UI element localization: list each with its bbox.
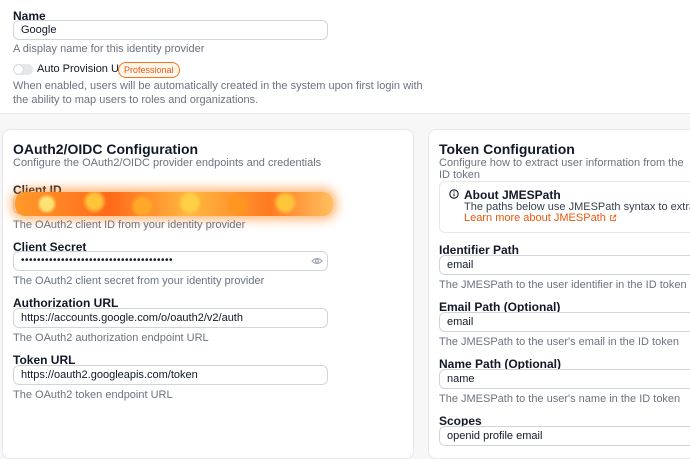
name-help: A display name for this identity provide… bbox=[13, 43, 205, 55]
oauth-title: OAuth2/OIDC Configuration bbox=[13, 141, 199, 157]
email-path-help: The JMESPath to the user's email in the … bbox=[439, 336, 679, 348]
professional-badge: Professional bbox=[118, 62, 180, 78]
name-input[interactable]: Google bbox=[13, 20, 328, 40]
auto-provision-toggle[interactable] bbox=[13, 64, 33, 75]
scopes-input[interactable]: openid profile email bbox=[439, 426, 690, 446]
identifier-path-help: The JMESPath to the user identifier in t… bbox=[439, 279, 687, 291]
oauth-card bbox=[2, 129, 414, 459]
token-url-input[interactable]: https://oauth2.googleapis.com/token bbox=[13, 365, 328, 385]
jmespath-title: About JMESPath bbox=[464, 188, 561, 202]
name-path-input[interactable]: name bbox=[439, 369, 690, 389]
client-id-redaction bbox=[15, 192, 333, 216]
email-path-input[interactable]: email bbox=[439, 312, 690, 332]
client-secret-help: The OAuth2 client secret from your ident… bbox=[13, 275, 265, 287]
identifier-path-input[interactable]: email bbox=[439, 255, 690, 275]
token-subtitle: Configure how to extract user informatio… bbox=[439, 157, 684, 181]
auto-provision-help-2: the ability to map users to roles and or… bbox=[13, 94, 259, 106]
name-path-help: The JMESPath to the user's name in the I… bbox=[439, 393, 681, 405]
oauth-subtitle: Configure the OAuth2/OIDC provider endpo… bbox=[13, 157, 322, 169]
token-url-help: The OAuth2 token endpoint URL bbox=[13, 389, 173, 401]
auto-provision-help-1: When enabled, users will be automaticall… bbox=[13, 80, 423, 92]
auth-url-help: The OAuth2 authorization endpoint URL bbox=[13, 332, 209, 344]
auth-url-input[interactable]: https://accounts.google.com/o/oauth2/v2/… bbox=[13, 308, 328, 328]
show-password-icon[interactable] bbox=[311, 257, 323, 265]
info-icon bbox=[449, 189, 459, 199]
jmespath-link-label[interactable]: Learn more about JMESPath bbox=[464, 212, 606, 224]
client-secret-input[interactable]: •••••••••••••••••••••••••••••••••••••• bbox=[13, 251, 328, 271]
jmespath-link[interactable]: Learn more about JMESPath bbox=[464, 212, 617, 224]
client-id-help: The OAuth2 client ID from your identity … bbox=[13, 219, 246, 231]
token-title: Token Configuration bbox=[439, 141, 575, 157]
external-link-icon bbox=[610, 214, 617, 221]
